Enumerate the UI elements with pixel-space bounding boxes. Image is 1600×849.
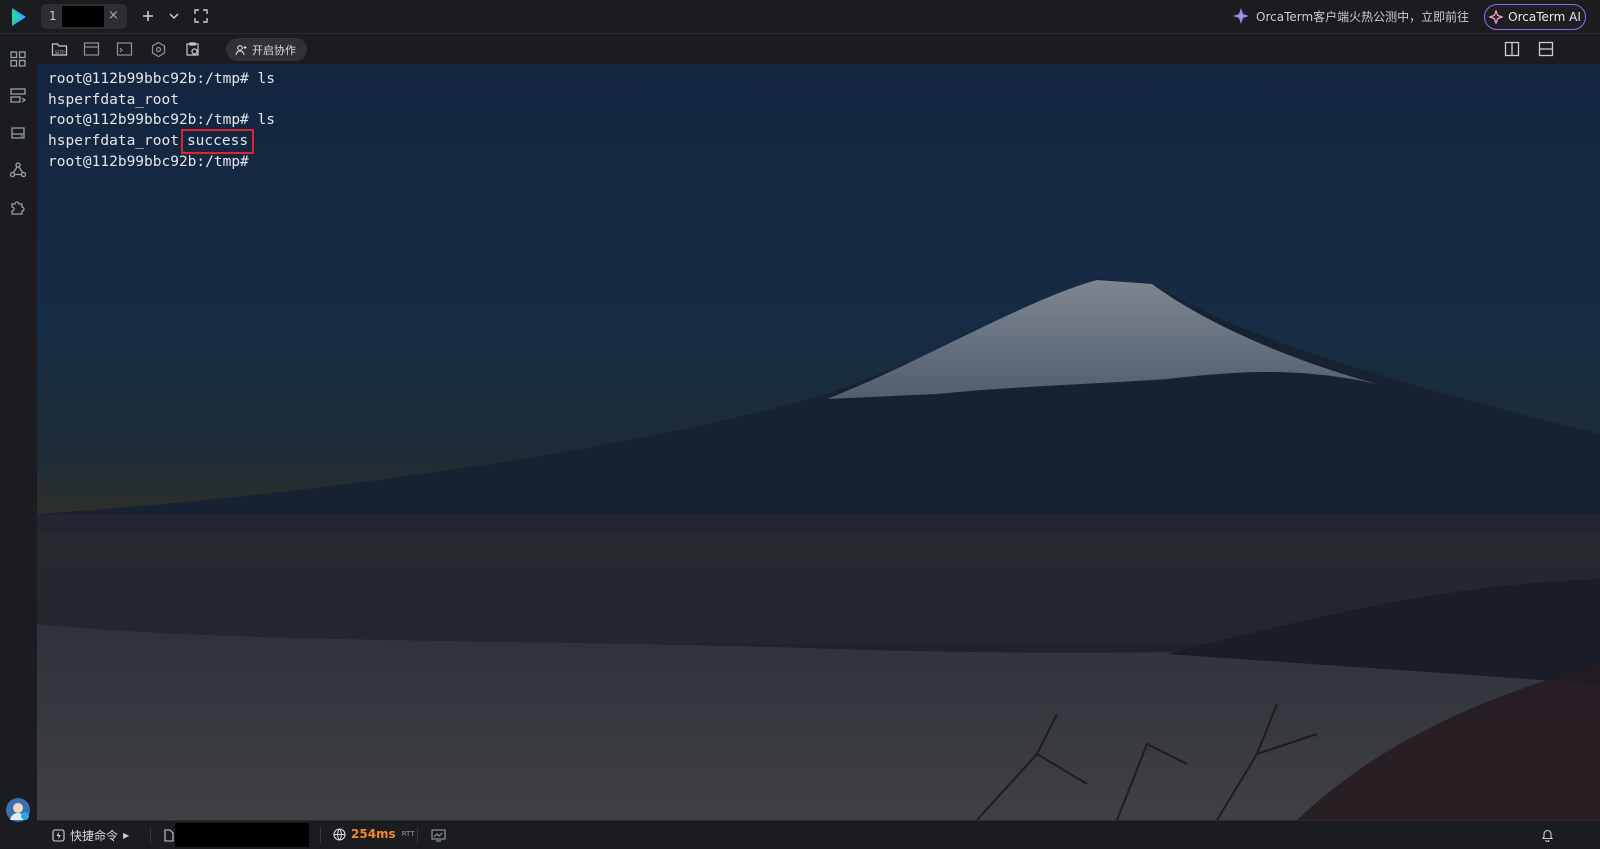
bell-icon[interactable] xyxy=(1541,828,1554,842)
status-divider xyxy=(150,828,151,843)
start-collaboration-button[interactable]: 开启协作 xyxy=(226,38,307,61)
clipboard-history-icon[interactable] xyxy=(184,41,201,58)
terminal-text[interactable]: root@112b99bbc92b:/tmp# ls hsperfdata_roo… xyxy=(48,69,275,173)
mountain-background-image xyxy=(37,64,1600,820)
status-bar: 快捷命令 ▶ 254ms RTT xyxy=(37,820,1600,849)
split-horizontal-icon[interactable] xyxy=(1538,41,1554,57)
new-tab-plus-icon[interactable] xyxy=(140,8,156,24)
terminal-line: root@112b99bbc92b:/tmp# xyxy=(48,153,249,170)
tab-title-redacted xyxy=(62,6,104,27)
apps-grid-icon[interactable] xyxy=(9,50,27,68)
terminal-line: hsperfdata_root xyxy=(48,91,179,108)
quick-commands-label: 快捷命令 xyxy=(70,829,119,843)
network-icon[interactable] xyxy=(9,161,27,179)
ai-button-label: OrcaTerm AI xyxy=(1508,10,1581,24)
file-icon xyxy=(164,829,174,842)
split-vertical-icon[interactable] xyxy=(1504,41,1520,57)
latency-indicator[interactable]: 254ms RTT xyxy=(333,827,415,841)
terminal-line: root@112b99bbc92b:/tmp# ls xyxy=(48,112,275,129)
highlighted-success-output: success xyxy=(180,129,255,154)
terminal-line: hsperfdata_root success xyxy=(48,129,275,154)
top-bar: 1 × OrcaTerm客户端火热公测中，立即前往 OrcaTerm AI xyxy=(0,0,1600,34)
client-promo-link[interactable]: OrcaTerm客户端火热公测中，立即前往 xyxy=(1232,6,1469,26)
terminal-window-icon[interactable] xyxy=(116,41,133,58)
tab-number: 1 xyxy=(49,9,57,23)
drive-icon[interactable] xyxy=(9,124,27,142)
left-rail xyxy=(0,34,38,848)
caret-right-icon: ▶ xyxy=(123,831,130,840)
latency-value: 254ms xyxy=(351,827,396,841)
avatar-face-icon xyxy=(10,803,29,820)
quick-commands-button[interactable]: 快捷命令 ▶ xyxy=(52,827,129,844)
tab-close-icon[interactable]: × xyxy=(108,8,119,23)
user-avatar[interactable] xyxy=(6,798,30,822)
sftp-folder-icon[interactable]: SFTP xyxy=(51,41,68,58)
plugin-puzzle-icon[interactable] xyxy=(9,198,27,216)
svg-text:SFTP: SFTP xyxy=(55,50,65,55)
add-user-icon xyxy=(235,44,247,55)
server-list-icon[interactable] xyxy=(9,87,27,105)
app-logo-icon xyxy=(12,8,26,26)
orcaterm-ai-button[interactable]: OrcaTerm AI xyxy=(1484,4,1586,30)
lightning-icon xyxy=(52,829,65,842)
status-divider xyxy=(320,828,321,843)
latency-unit: RTT xyxy=(401,830,415,838)
terminal-toolbar: SFTP 开启协作 xyxy=(37,34,1600,65)
session-sync-icon[interactable] xyxy=(83,41,100,58)
fullscreen-icon[interactable] xyxy=(193,8,209,24)
sparkle-icon xyxy=(1233,8,1249,24)
terminal-output-area[interactable]: root@112b99bbc92b:/tmp# ls hsperfdata_roo… xyxy=(37,64,1600,820)
monitor-icon[interactable] xyxy=(431,829,446,842)
redacted-host-info xyxy=(175,823,309,847)
session-tab[interactable]: 1 × xyxy=(41,4,127,29)
promo-text: OrcaTerm客户端火热公测中，立即前往 xyxy=(1256,9,1470,24)
ai-star-icon xyxy=(1489,10,1504,24)
globe-icon xyxy=(333,827,346,841)
collab-label: 开启协作 xyxy=(252,43,296,57)
status-divider xyxy=(417,828,418,843)
terminal-output-item: hsperfdata_root xyxy=(48,133,179,150)
chevron-down-icon[interactable] xyxy=(166,8,182,24)
terminal-line: root@112b99bbc92b:/tmp# ls xyxy=(48,71,275,87)
hexagon-settings-icon[interactable] xyxy=(150,41,167,58)
